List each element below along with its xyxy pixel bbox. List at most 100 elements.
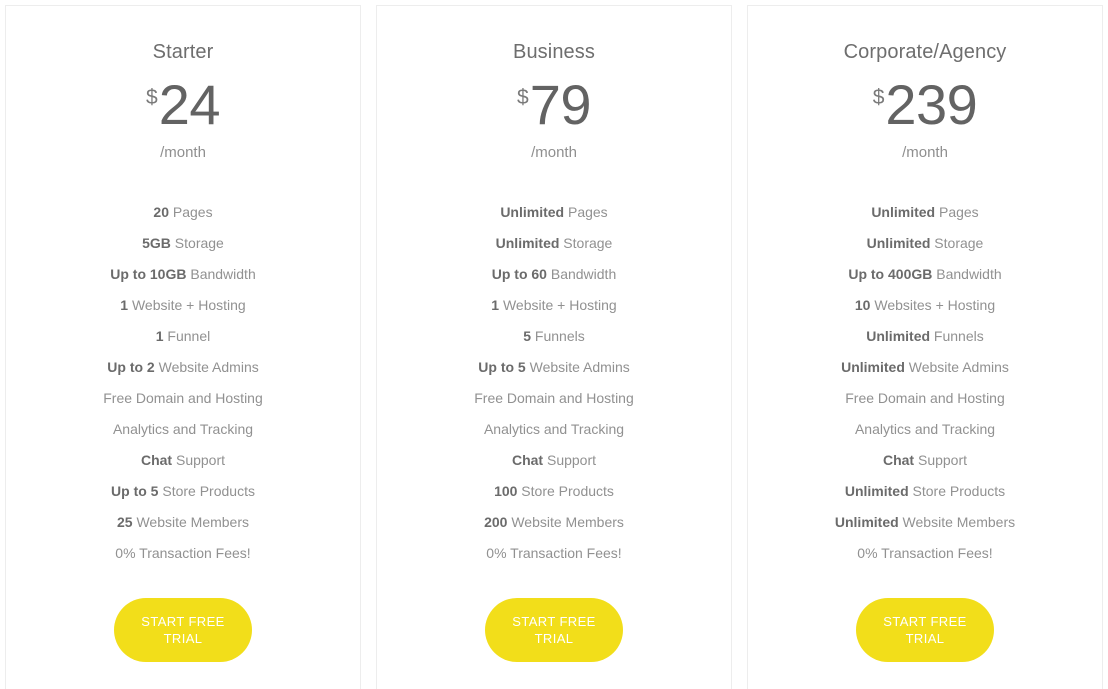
feature-text: Website Members [132,514,250,530]
start-free-trial-button[interactable]: Start Free Trial [485,598,623,662]
price-amount: 24 [158,73,221,136]
feature-item: Analytics and Tracking [377,414,731,445]
feature-highlight: Up to 2 [107,359,155,375]
feature-text: Website + Hosting [128,297,246,313]
feature-text: Pages [935,204,979,220]
feature-text: Website Admins [525,359,630,375]
feature-text: Storage [559,235,613,251]
feature-item: 5 Funnels [377,321,731,352]
feature-highlight: Up to 5 [478,359,526,375]
feature-text: 0% Transaction Fees! [115,545,251,561]
feature-item: Up to 60 Bandwidth [377,259,731,290]
cta-area: Start Free Trial [6,598,360,662]
feature-item: Free Domain and Hosting [748,383,1102,414]
feature-list: Unlimited Pages Unlimited Storage Up to 60… [377,197,731,569]
price-amount: 239 [885,73,978,136]
feature-item: Unlimited Funnels [748,321,1102,352]
start-free-trial-button[interactable]: Start Free Trial [114,598,252,662]
feature-item: Up to 400GB Bandwidth [748,259,1102,290]
feature-text: Pages [564,204,608,220]
feature-text: Funnels [930,328,984,344]
feature-highlight: Unlimited [871,204,936,220]
feature-item: Analytics and Tracking [6,414,360,445]
feature-text: Bandwidth [932,266,1002,282]
feature-highlight: 5GB [142,235,171,251]
plan-price: $24 [146,73,221,136]
feature-item: Free Domain and Hosting [377,383,731,414]
feature-item: 0% Transaction Fees! [6,538,360,569]
cta-area: Start Free Trial [748,598,1102,662]
feature-text: Analytics and Tracking [854,421,996,437]
feature-text: Free Domain and Hosting [103,390,263,406]
feature-highlight: 200 [484,514,508,530]
feature-highlight: 100 [494,483,518,499]
feature-highlight: Chat [140,452,173,468]
feature-text: Storage [170,235,224,251]
feature-text: Analytics and Tracking [483,421,625,437]
feature-highlight: 5 [523,328,532,344]
feature-text: Websites + Hosting [870,297,996,313]
feature-highlight: Unlimited [834,514,899,530]
feature-item: Unlimited Store Products [748,476,1102,507]
feature-text: 0% Transaction Fees! [857,545,993,561]
pricing-table: Starter $24/month 20 Pages 5GB Storage Up to… [0,0,1108,689]
feature-text: Support [172,452,226,468]
feature-item: Free Domain and Hosting [6,383,360,414]
feature-item: Chat Support [6,445,360,476]
feature-text: Free Domain and Hosting [845,390,1005,406]
feature-text: Website + Hosting [499,297,617,313]
feature-item: 5GB Storage [6,228,360,259]
feature-text: Website Admins [904,359,1009,375]
price-period: /month [902,144,948,161]
plan-price: $239 [872,73,978,136]
feature-highlight: 1 [155,328,164,344]
feature-text: Website Admins [154,359,259,375]
feature-text: Store Products [158,483,255,499]
feature-list: 20 Pages 5GB Storage Up to 10GB Bandwidth 1… [6,197,360,569]
feature-highlight: Unlimited [841,359,905,375]
start-free-trial-button[interactable]: Start Free Trial [856,598,994,662]
feature-highlight: Unlimited [866,328,931,344]
feature-item: 1 Funnel [6,321,360,352]
feature-text: Pages [168,204,213,220]
plan-card: Starter $24/month 20 Pages 5GB Storage Up to… [5,5,361,689]
feature-text: Funnel [163,328,211,344]
feature-highlight: Up to 10GB [110,266,187,282]
feature-text: Website Members [898,514,1016,530]
feature-text: Bandwidth [546,266,617,282]
feature-text: Website Members [507,514,624,530]
feature-highlight: Unlimited [866,235,931,251]
feature-item: Up to 5 Store Products [6,476,360,507]
plan-title: Business [513,41,595,63]
feature-highlight: 1 [491,297,500,313]
feature-highlight: 10 [854,297,871,313]
feature-highlight: 25 [116,514,133,530]
price-currency-symbol: $ [517,86,529,109]
price-period: /month [531,144,577,161]
plan-title: Corporate/Agency [843,41,1007,63]
plan-price: $79 [517,76,591,136]
feature-item: Up to 2 Website Admins [6,352,360,383]
feature-highlight: Unlimited [500,204,565,220]
feature-item: 200 Website Members [377,507,731,538]
feature-item: Unlimited Website Members [748,507,1102,538]
feature-item: Chat Support [748,445,1102,476]
price-period: /month [160,144,206,161]
feature-text: Analytics and Tracking [112,421,254,437]
feature-highlight: 20 [153,204,169,220]
feature-item: 1 Website + Hosting [377,290,731,321]
feature-highlight: Up to 60 [491,266,547,282]
feature-item: Unlimited Pages [748,197,1102,228]
feature-item: Chat Support [377,445,731,476]
feature-highlight: Chat [882,452,915,468]
feature-item: 0% Transaction Fees! [748,538,1102,569]
feature-item: Analytics and Tracking [748,414,1102,445]
plan-card: Corporate/Agency $239/month Unlimited Page… [747,5,1103,689]
price-currency-symbol: $ [872,86,885,109]
cta-area: Start Free Trial [377,598,731,662]
feature-highlight: Up to 5 [111,483,159,499]
feature-text: Store Products [908,483,1006,499]
feature-item: Unlimited Storage [377,228,731,259]
feature-item: Unlimited Website Admins [748,352,1102,383]
feature-text: Bandwidth [186,266,256,282]
